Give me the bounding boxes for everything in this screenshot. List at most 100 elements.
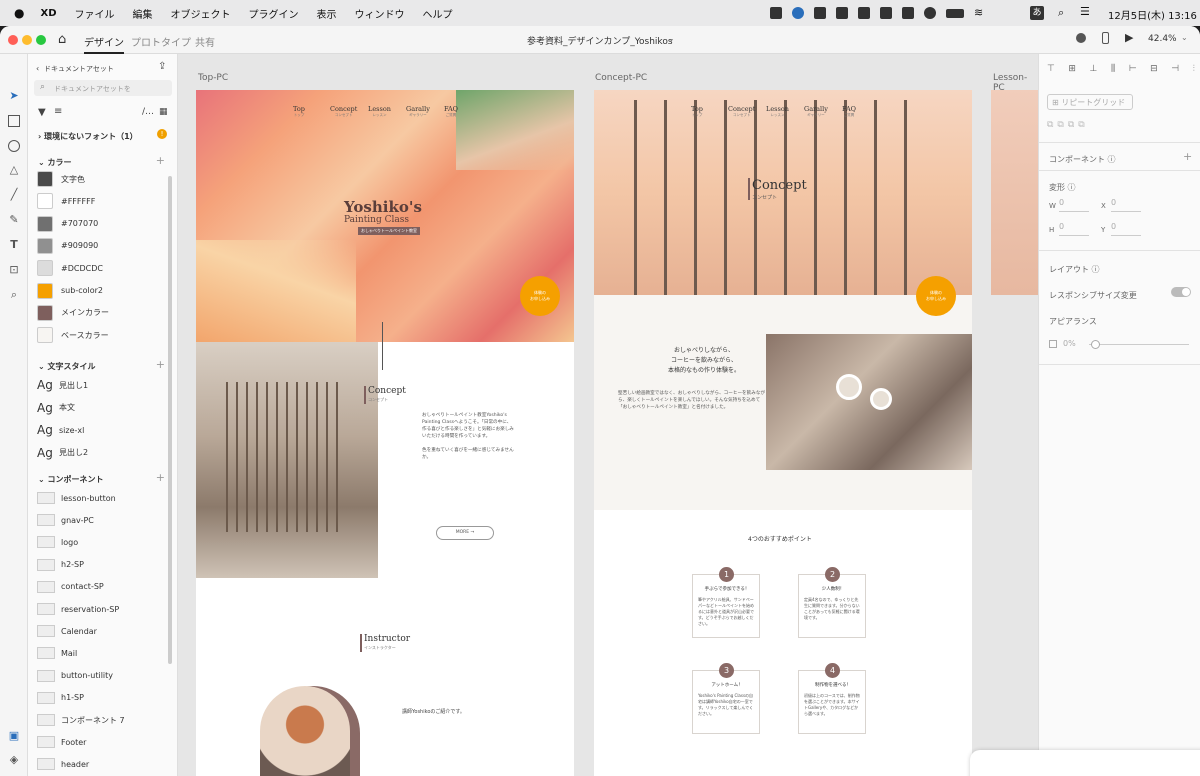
- missing-fonts[interactable]: › 環境にないフォント（1）: [38, 131, 138, 142]
- align-center-icon[interactable]: ⊟: [1150, 64, 1158, 78]
- pen-tool-icon[interactable]: ✎: [8, 214, 20, 226]
- components-section-title[interactable]: ⌄ コンポーネント: [38, 474, 104, 485]
- cta-reservation-button[interactable]: 体験の お申し込み: [520, 276, 560, 316]
- text-style-item[interactable]: Ag size-xl: [37, 421, 84, 439]
- component-item[interactable]: gnav-PC: [37, 511, 94, 529]
- nav-item[interactable]: Garally ギャラリー: [406, 105, 430, 118]
- nav-item[interactable]: Concept コンセプト: [728, 105, 755, 118]
- component-item[interactable]: lesson-button: [37, 489, 116, 507]
- add-color-icon[interactable]: +: [156, 154, 165, 167]
- menu-window[interactable]: ウィンドウ: [355, 6, 405, 21]
- close-window-button[interactable]: [8, 35, 18, 45]
- component-item[interactable]: header: [37, 755, 89, 773]
- add-component-icon[interactable]: +: [156, 471, 165, 484]
- apple-icon[interactable]: ●: [14, 6, 24, 20]
- menu-file[interactable]: ファイル: [75, 6, 115, 21]
- nav-item[interactable]: Top トップ: [691, 105, 703, 118]
- artboard-concept-pc[interactable]: Top トップ Concept コンセプト Lesson レッスン Garally ギャラリー…: [594, 90, 972, 776]
- color-item[interactable]: #909090: [37, 237, 98, 255]
- polygon-tool-icon[interactable]: △: [8, 164, 20, 176]
- design-canvas[interactable]: Top-PC Top トップ Concept コンセプト Lesson レッスン Garal…: [178, 54, 1038, 776]
- line-tool-icon[interactable]: ╱: [8, 189, 20, 201]
- input-mode-indicator[interactable]: あ: [1030, 6, 1044, 20]
- status-icon[interactable]: [880, 7, 892, 19]
- minimize-window-button[interactable]: [22, 35, 32, 45]
- x-field[interactable]: 0: [1111, 198, 1141, 212]
- opacity-slider[interactable]: [1089, 344, 1189, 345]
- width-field[interactable]: 0: [1059, 198, 1089, 212]
- align-left-icon[interactable]: ⊢: [1129, 64, 1137, 78]
- distribute-icon[interactable]: ⫼: [1111, 64, 1115, 78]
- zoom-tool-icon[interactable]: ⌕: [8, 289, 20, 301]
- nav-item[interactable]: Garally ギャラリー: [804, 105, 828, 118]
- document-title[interactable]: 参考資料_デザインカンプ_Yoshikos: [527, 34, 673, 47]
- tab-design[interactable]: デザイン: [84, 34, 124, 54]
- component-item[interactable]: h1-SP: [37, 689, 84, 707]
- app-menu-xd[interactable]: XD: [40, 8, 56, 19]
- home-icon[interactable]: ⌂: [58, 32, 66, 47]
- component-item[interactable]: Footer: [37, 733, 86, 751]
- back-chevron-icon[interactable]: ‹: [36, 64, 39, 73]
- height-field[interactable]: 0: [1059, 222, 1089, 236]
- color-item[interactable]: sub-color2: [37, 282, 103, 300]
- colors-section-title[interactable]: ⌄ カラー: [38, 157, 72, 168]
- component-item[interactable]: Mail: [37, 644, 77, 662]
- align-right-icon[interactable]: ⊣: [1171, 64, 1179, 78]
- text-style-item[interactable]: Ag 見出し2: [37, 444, 88, 462]
- align-middle-icon[interactable]: ⊞: [1068, 64, 1076, 78]
- align-bottom-icon[interactable]: ⊥: [1090, 64, 1098, 78]
- menu-view[interactable]: 表示: [317, 6, 337, 21]
- opacity-slider-handle[interactable]: [1091, 340, 1100, 349]
- y-field[interactable]: 0: [1111, 222, 1141, 236]
- color-item[interactable]: #FFFFFF: [37, 192, 95, 210]
- opacity-value[interactable]: 0%: [1063, 339, 1076, 348]
- align-top-icon[interactable]: ⊤: [1047, 64, 1055, 78]
- component-item[interactable]: button-utility: [37, 667, 113, 685]
- add-text-style-icon[interactable]: +: [156, 358, 165, 371]
- nav-item[interactable]: Top トップ: [293, 105, 305, 118]
- add-component-icon[interactable]: +: [1183, 150, 1192, 163]
- text-style-item[interactable]: Ag 見出し1: [37, 376, 88, 394]
- assets-scrollbar[interactable]: [168, 176, 172, 664]
- status-icon[interactable]: [858, 7, 870, 19]
- assets-panel-icon[interactable]: ▣: [8, 730, 20, 742]
- search-icon[interactable]: ⌕: [1058, 6, 1064, 20]
- ellipse-tool-icon[interactable]: [8, 140, 20, 152]
- play-icon[interactable]: ▶: [1125, 31, 1133, 44]
- filter-icon[interactable]: ▼: [38, 107, 46, 118]
- zoom-window-button[interactable]: [36, 35, 46, 45]
- status-icon[interactable]: [902, 7, 914, 19]
- battery-icon[interactable]: [946, 8, 964, 18]
- nav-item[interactable]: FAQ ご質問: [444, 105, 458, 118]
- opacity-checkbox[interactable]: [1049, 340, 1057, 348]
- sort-icon[interactable]: ≡: [54, 106, 62, 117]
- text-style-item[interactable]: Ag 本文: [37, 399, 75, 417]
- chevron-down-icon[interactable]: ⌄: [1181, 33, 1188, 42]
- warning-icon[interactable]: !: [157, 129, 167, 139]
- layers-panel-icon[interactable]: ◈: [8, 754, 20, 766]
- artboard-lesson-pc[interactable]: [991, 90, 1038, 295]
- tab-share[interactable]: 共有: [195, 34, 215, 49]
- color-item[interactable]: 文字色: [37, 170, 85, 188]
- responsive-resize-toggle[interactable]: [1171, 287, 1191, 297]
- device-preview-icon[interactable]: [1102, 32, 1109, 44]
- search-input[interactable]: ⌕ ドキュメントアセットを: [34, 80, 172, 96]
- nav-item[interactable]: Lesson レッスン: [368, 105, 391, 118]
- menu-help[interactable]: ヘルプ: [423, 6, 453, 21]
- boolean-ops-icons[interactable]: ⧉⧉⧉⧉: [1047, 120, 1089, 130]
- artboard-top-pc[interactable]: Top トップ Concept コンセプト Lesson レッスン Garally ギャラリー…: [196, 90, 574, 776]
- menu-plugin[interactable]: プラグイン: [249, 6, 299, 21]
- color-item[interactable]: #707070: [37, 215, 98, 233]
- color-item[interactable]: ベースカラー: [37, 326, 109, 344]
- status-icon[interactable]: [814, 7, 826, 19]
- notification-panel[interactable]: [970, 750, 1200, 776]
- status-icon[interactable]: [792, 7, 804, 19]
- color-item[interactable]: #DCDCDC: [37, 259, 103, 277]
- wifi-icon[interactable]: ≋: [974, 7, 986, 19]
- distribute-h-icon[interactable]: ⫶: [1193, 64, 1195, 78]
- component-item[interactable]: h2-SP: [37, 556, 84, 574]
- zoom-level[interactable]: 42.4%: [1148, 34, 1177, 44]
- text-styles-section-title[interactable]: ⌄ 文字スタイル: [38, 361, 96, 372]
- component-item[interactable]: contact-SP: [37, 578, 104, 596]
- status-icon[interactable]: [770, 7, 782, 19]
